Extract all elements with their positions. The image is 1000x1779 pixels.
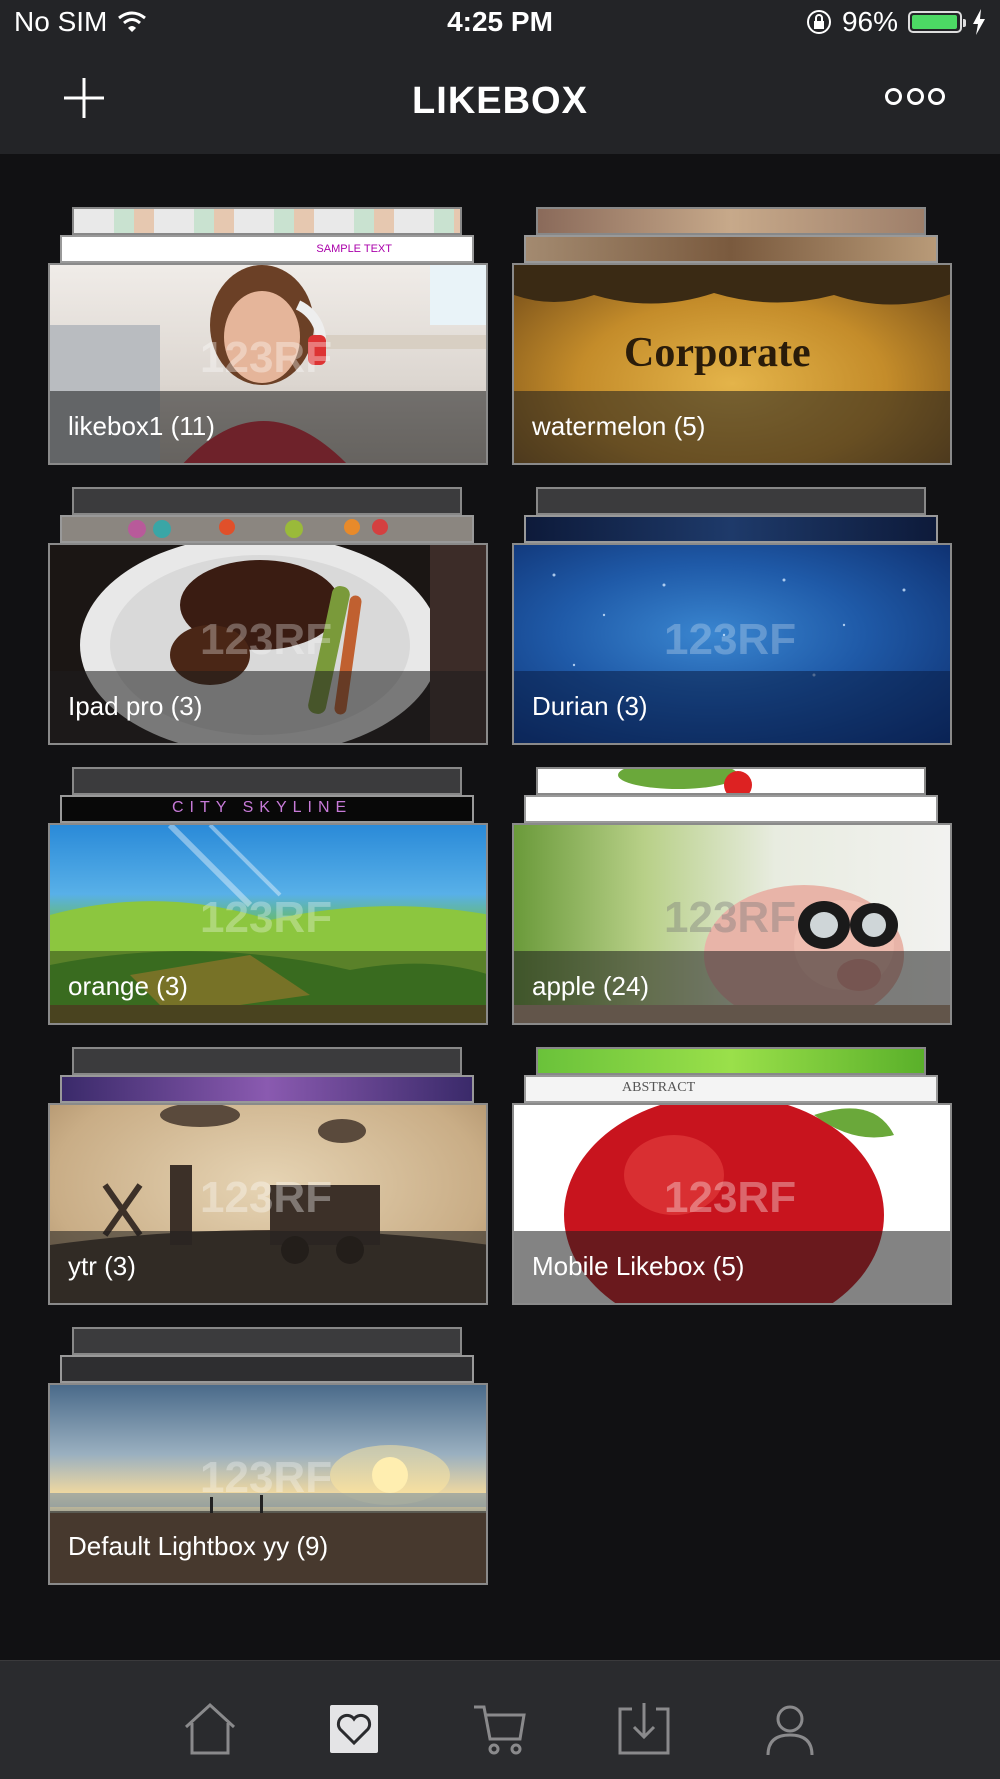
watermark-text: 123RF bbox=[200, 1173, 333, 1222]
tab-bar bbox=[0, 1660, 1000, 1779]
likebox-label: watermelon (5) bbox=[532, 411, 706, 441]
likebox-caption: Durian (3) bbox=[514, 671, 950, 743]
likebox-tile[interactable]: CITY SKYLINE 123RF orange (3) bbox=[48, 767, 488, 1025]
thumbnail-text: CITY SKYLINE bbox=[172, 799, 353, 816]
likebox-tile[interactable]: ABSTRACT 123RF Mobile Likebox (5) bbox=[512, 1047, 952, 1305]
charging-icon bbox=[973, 9, 985, 35]
likebox-label: orange (3) bbox=[68, 971, 188, 1001]
likebox-caption: orange (3) bbox=[50, 951, 486, 1023]
stack-card-middle bbox=[60, 1355, 474, 1383]
watermark-text: 123RF bbox=[664, 893, 797, 942]
likebox-caption: Ipad pro (3) bbox=[50, 671, 486, 743]
thumbnail-text: Corporate bbox=[624, 330, 811, 376]
stack-card-back bbox=[536, 207, 926, 235]
stack-card-back bbox=[536, 487, 926, 515]
stack-card-back bbox=[536, 1047, 926, 1075]
likebox-tile[interactable]: Corporate watermelon (5) bbox=[512, 207, 952, 465]
status-bar: No SIM 4:25 PM 96% bbox=[0, 0, 1000, 50]
stack-card-middle: ABSTRACT bbox=[524, 1075, 938, 1103]
likebox-caption: watermelon (5) bbox=[514, 391, 950, 463]
likebox-thumbnail: 123RF likebox1 (11) bbox=[48, 263, 488, 465]
likebox-thumbnail: 123RF Ipad pro (3) bbox=[48, 543, 488, 745]
likebox-icon[interactable] bbox=[324, 1699, 384, 1759]
download-icon[interactable] bbox=[614, 1699, 674, 1759]
likebox-thumbnail: Corporate watermelon (5) bbox=[512, 263, 952, 465]
likebox-thumbnail: 123RF orange (3) bbox=[48, 823, 488, 1025]
watermark-text: 123RF bbox=[664, 1173, 797, 1222]
likebox-caption: ytr (3) bbox=[50, 1231, 486, 1303]
stack-card-back bbox=[72, 767, 462, 795]
more-options-icon[interactable] bbox=[885, 86, 945, 106]
likebox-thumbnail: 123RF Default Lightbox yy (9) bbox=[48, 1383, 488, 1585]
thumbnail-text: ABSTRACT bbox=[622, 1080, 696, 1095]
cart-icon[interactable] bbox=[470, 1699, 530, 1759]
likebox-label: apple (24) bbox=[532, 971, 650, 1001]
stack-card-back bbox=[72, 487, 462, 515]
likebox-tile[interactable]: 123RF ytr (3) bbox=[48, 1047, 488, 1305]
likebox-caption: apple (24) bbox=[514, 951, 950, 1023]
thumbnail-image bbox=[128, 519, 388, 538]
watermark-text: 123RF bbox=[200, 893, 333, 942]
likebox-caption: likebox1 (11) bbox=[50, 391, 486, 463]
likebox-caption: Default Lightbox yy (9) bbox=[50, 1511, 486, 1583]
watermark-text: 123RF bbox=[200, 333, 333, 382]
likebox-label: Default Lightbox yy (9) bbox=[68, 1531, 329, 1561]
page-title: LIKEBOX bbox=[412, 80, 588, 122]
likebox-label: likebox1 (11) bbox=[68, 411, 215, 441]
stack-card-middle: CITY SKYLINE bbox=[60, 795, 474, 823]
stack-card-back bbox=[72, 1047, 462, 1075]
battery-icon bbox=[908, 11, 966, 33]
likebox-tile[interactable]: 123RF Durian (3) bbox=[512, 487, 952, 745]
thumbnail-image bbox=[618, 761, 752, 799]
likebox-label: Durian (3) bbox=[532, 691, 648, 721]
nav-bar: LIKEBOX bbox=[0, 50, 1000, 154]
stack-card-middle bbox=[524, 795, 938, 823]
likebox-thumbnail: 123RF Mobile Likebox (5) bbox=[512, 1103, 952, 1305]
stack-card-back bbox=[72, 1327, 462, 1355]
battery-percent: 96% bbox=[841, 6, 898, 37]
stack-card-middle bbox=[60, 1075, 474, 1103]
likebox-caption: Mobile Likebox (5) bbox=[514, 1231, 950, 1303]
stack-card-back bbox=[72, 207, 462, 235]
likebox-tile[interactable]: SAMPLE TEXT 123RF likebox1 (11) bbox=[48, 207, 488, 465]
likebox-tile[interactable]: 123RF Ipad pro (3) bbox=[48, 487, 488, 745]
stack-card-middle bbox=[60, 515, 474, 543]
likebox-tile[interactable]: 123RF apple (24) bbox=[512, 761, 952, 1025]
likebox-tile[interactable]: 123RF Default Lightbox yy (9) bbox=[48, 1327, 488, 1585]
profile-icon[interactable] bbox=[760, 1699, 820, 1759]
stack-card-middle bbox=[524, 235, 938, 263]
likebox-thumbnail: 123RF ytr (3) bbox=[48, 1103, 488, 1305]
stack-card-middle bbox=[524, 515, 938, 543]
likebox-label: ytr (3) bbox=[68, 1251, 136, 1281]
watermark-text: 123RF bbox=[200, 615, 333, 664]
stack-card-back bbox=[536, 761, 926, 799]
likebox-label: Mobile Likebox (5) bbox=[532, 1251, 745, 1281]
likebox-thumbnail: 123RF Durian (3) bbox=[512, 543, 952, 745]
likebox-label: Ipad pro (3) bbox=[68, 691, 203, 721]
thumbnail-text: SAMPLE TEXT bbox=[316, 243, 392, 255]
home-icon[interactable] bbox=[180, 1699, 240, 1759]
orientation-lock-icon bbox=[806, 10, 831, 34]
likebox-thumbnail: 123RF apple (24) bbox=[512, 823, 952, 1025]
stack-card-middle: SAMPLE TEXT bbox=[60, 235, 474, 263]
watermark-text: 123RF bbox=[200, 1453, 333, 1502]
watermark-text: 123RF bbox=[664, 615, 797, 664]
